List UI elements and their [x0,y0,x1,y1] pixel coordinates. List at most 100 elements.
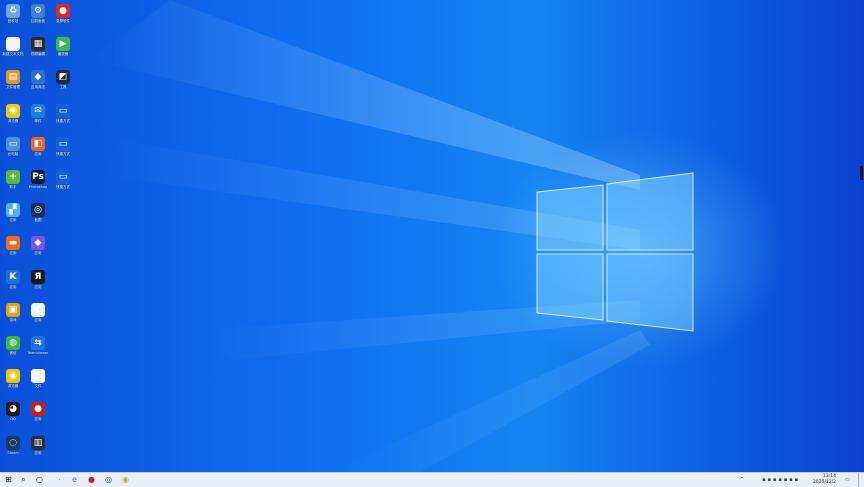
taskbar-clock[interactable]: 13:14 2020/12/2 [813,474,836,486]
desktop-shortcut-label: 新建文本文档 [2,52,24,57]
desktop-shortcut-label: 此电脑 [7,151,19,156]
desktop-shortcut[interactable]: ▭ 快捷方式 [50,169,76,201]
desktop-shortcut-label: 游戏 [9,317,17,322]
desktop-shortcut[interactable]: Ps Photoshop [25,169,51,201]
tray-expand-icon[interactable]: ^ [740,473,744,487]
desktop-shortcut[interactable]: ● 应用 [25,401,51,433]
desktop-shortcut[interactable]: ◆ 应用 [25,235,51,267]
desktop-shortcut[interactable]: + 助手 [0,169,26,201]
photoshop-icon: Ps [31,170,45,184]
start-button[interactable]: ⊞ [2,474,15,486]
desktop-shortcut[interactable]: ♻ 回收站 [0,3,26,35]
record-app-icon: ● [56,4,70,18]
desktop-shortcut[interactable]: ▤ 文件管理 [0,69,26,101]
desktop-shortcut[interactable]: ▶ 播放器 [50,36,76,68]
red-arrow-app-icon: ❮ [31,302,45,317]
desktop-wallpaper: ♻ 回收站 ⚙ 控制面板 ● 录屏软件 新建文本文档 ▦ 视频编辑 ▶ 播放器 ▤ 文件管理 ◆ 应用商店 ◩… [0,0,864,472]
desktop-shortcut[interactable]: ⇆ TeamViewer [25,335,51,367]
desktop-shortcut-label: QQ [10,417,16,422]
desktop-shortcut-label: Photoshop [28,185,48,189]
desktop-shortcut-label: 快捷方式 [56,151,70,156]
desktop-shortcut-label: TeamViewer [27,351,49,355]
record-taskbar-icon[interactable]: ● [85,474,98,486]
wechat-icon: ◍ [6,336,20,350]
orange-badge-icon: ▬ [6,236,20,251]
desktop-shortcut-label: 应用 [34,284,42,289]
taskbar-separator-dot: · [58,477,61,483]
game-app-icon: ▣ [6,302,20,317]
control-panel-icon: ⚙ [31,4,45,18]
desktop-shortcut[interactable]: ▬ 应用 [0,235,26,267]
screenshot-taskbar-icon[interactable]: ◎ [102,474,115,486]
desktop-shortcut-label: 工具 [59,85,67,90]
desktop-shortcut[interactable]: ◆ 应用商店 [25,69,51,101]
desktop-shortcut-label: 应用 [34,450,42,455]
desktop-shortcut[interactable]: 新建文本文档 [0,36,26,68]
screen-shortcut-icon: ▭ [56,170,70,184]
colorful-app-icon: ▞ [6,203,20,218]
desktop-shortcut[interactable]: ◉ 浏览器 [0,368,26,400]
desktop-shortcut[interactable]: ◍ 微信 [0,335,26,367]
screen-edge-marker [860,166,863,180]
desktop-shortcut[interactable]: 文件 [25,368,51,400]
desktop-shortcut[interactable]: ● 录屏软件 [50,3,76,35]
purple-app-icon: ◆ [31,236,45,251]
player-icon: ▶ [56,37,70,52]
desktop-shortcut[interactable]: K 应用 [0,269,26,301]
desktop-shortcut[interactable]: ▣ 游戏 [0,302,26,334]
desktop-shortcut-label: 录屏软件 [56,19,70,23]
edge-taskbar-icon[interactable]: e [68,474,81,486]
desktop-shortcut-label: 微信 [9,351,17,355]
desktop-shortcut[interactable]: ⚙ 控制面板 [25,3,51,35]
desktop-shortcut-label: 快捷方式 [56,118,70,123]
desktop-shortcut[interactable]: ▞ 应用 [0,202,26,234]
recycle-bin-icon: ♻ [6,4,20,18]
steam-icon: ◌ [6,435,20,450]
teamviewer-icon: ⇆ [31,336,45,350]
red-circle-app-icon: ● [31,402,45,417]
desktop-shortcut-label: 助手 [9,185,17,189]
desktop-shortcut[interactable]: ❮ 应用 [25,302,51,334]
browser-yellow-icon: ◉ [6,369,20,384]
windows-logo [536,172,694,332]
desktop-shortcut[interactable]: ▭ 快捷方式 [50,136,76,168]
desktop-shortcut-label: 回收站 [7,19,19,23]
desktop-shortcut-label: 文件管理 [6,85,20,90]
desktop-shortcut[interactable]: ◧ 应用 [25,136,51,168]
blank-file-icon [31,369,45,384]
desktop-shortcut[interactable]: ▭ 此电脑 [0,136,26,168]
video-editor-icon: ▦ [31,37,45,52]
desktop-shortcut[interactable]: ▭ 快捷方式 [50,103,76,135]
screenshot-app-icon: ◎ [31,203,45,218]
show-desktop-button[interactable] [858,473,862,487]
desktop-shortcut[interactable]: ▥ 应用 [25,435,51,467]
desktop-shortcut[interactable]: ▦ 视频编辑 [25,36,51,68]
mail-icon: ✉ [31,103,45,118]
desktop-shortcut[interactable]: ◕ QQ [0,401,26,433]
desktop-shortcut-label: 应用 [9,218,17,223]
desktop-shortcut-label: Steam [7,450,19,455]
browser-taskbar-icon[interactable]: ◉ [119,474,132,486]
search-icon[interactable]: ⌕ [17,474,30,486]
desktop-shortcut-label: 应用 [34,251,42,256]
qq-icon: ◕ [6,402,20,417]
screen-shortcut-icon: ▭ [56,136,70,151]
desktop-shortcut[interactable]: Я 应用 [25,269,51,301]
plus-app-icon: + [6,170,20,184]
desktop-shortcut[interactable]: ◎ 截图 [25,202,51,234]
desktop-shortcut-label: 邮件 [34,118,42,123]
tray-icons[interactable]: ▪▪▪▪▪▪▪ [762,473,800,487]
notification-icon[interactable]: ▭ [845,473,850,487]
desktop-shortcut[interactable]: ◌ Steam [0,435,26,467]
desktop-shortcut-label: 控制面板 [31,19,45,23]
dark-app-icon: ◩ [56,70,70,85]
desktop-shortcut[interactable]: ◉ 浏览器 [0,103,26,135]
desktop-shortcut[interactable]: ◩ 工具 [50,69,76,101]
desktop-shortcut[interactable]: ✉ 邮件 [25,103,51,135]
computer-icon: ▭ [6,136,20,151]
desktop-shortcut-label: 应用 [34,317,42,322]
desktop-shortcut-label: 应用 [34,417,42,422]
task-view-icon[interactable]: ○ [33,474,46,486]
browser-yellow-icon: ◉ [6,103,20,118]
screen-shortcut-icon: ▭ [56,103,70,118]
